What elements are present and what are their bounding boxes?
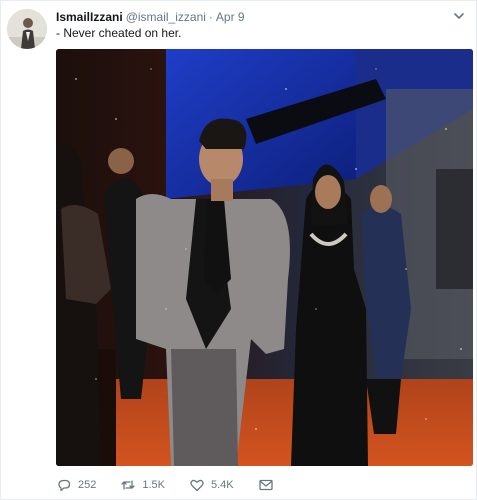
tweet-text: - Never cheated on her.: [56, 26, 182, 40]
retweet-icon: [121, 480, 136, 490]
direct-message-button[interactable]: [258, 477, 280, 493]
tweet-header: IsmailIzzani @ismail_izzani · Apr 9: [56, 9, 436, 25]
like-button[interactable]: 5.4K: [189, 477, 234, 493]
reply-icon: [58, 479, 71, 492]
chevron-down-icon[interactable]: [452, 9, 466, 23]
tweet-date[interactable]: Apr 9: [216, 10, 245, 24]
retweet-count: 1.5K: [142, 479, 165, 491]
photo-illustration: [56, 49, 473, 466]
heart-icon: [190, 479, 204, 492]
tweet-photo[interactable]: [56, 49, 473, 466]
retweet-button[interactable]: 1.5K: [120, 477, 165, 493]
reply-button[interactable]: 252: [56, 477, 96, 493]
envelope-icon: [258, 479, 273, 491]
reply-count: 252: [78, 479, 97, 491]
tweet-card[interactable]: IsmailIzzani @ismail_izzani · Apr 9 - Never…: [0, 0, 477, 500]
tweet-actions: 252 1.5K 5.4K: [56, 475, 304, 495]
user-handle[interactable]: @ismail_izzani: [126, 10, 206, 24]
separator-dot: ·: [208, 10, 213, 24]
like-count: 5.4K: [211, 479, 234, 491]
avatar[interactable]: [7, 9, 47, 49]
display-name[interactable]: IsmailIzzani: [56, 10, 123, 24]
